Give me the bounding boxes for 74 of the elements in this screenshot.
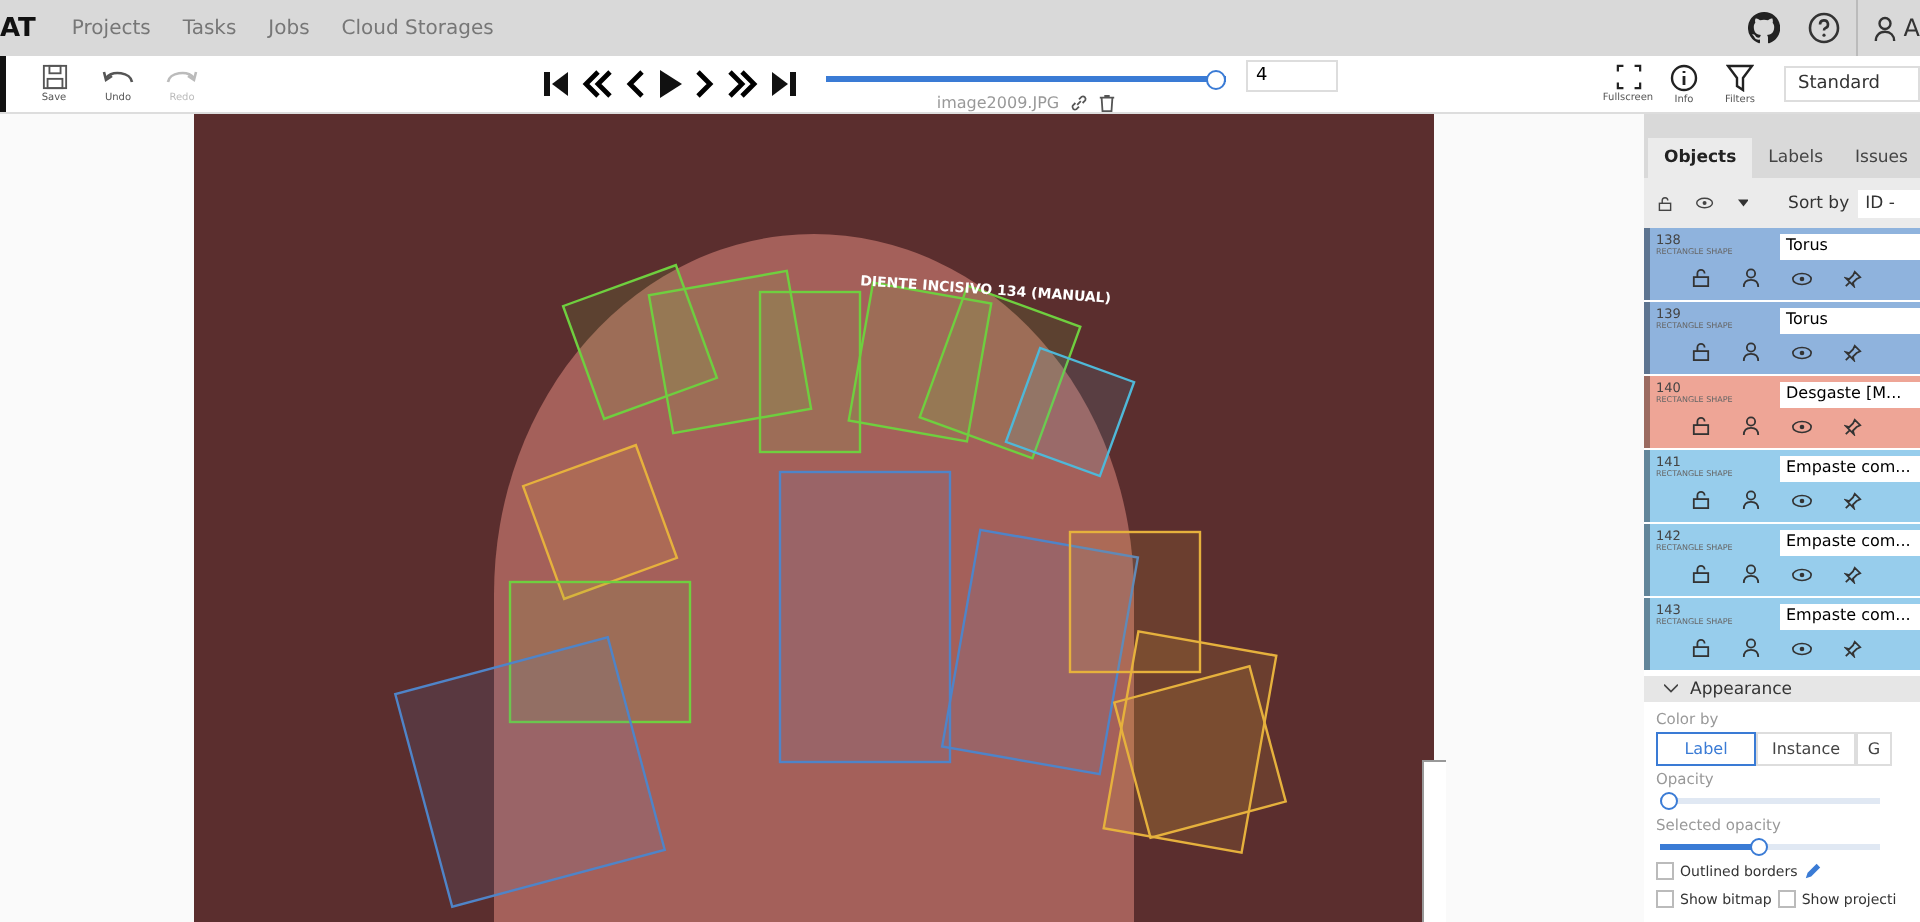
label-select[interactable]: Empaste com... <box>1780 530 1920 556</box>
label-select[interactable]: Empaste com... <box>1780 456 1920 482</box>
person-icon[interactable] <box>1742 638 1760 658</box>
eye-icon[interactable] <box>1792 419 1812 433</box>
color-by-option[interactable]: Label <box>1656 732 1756 766</box>
pin-icon[interactable] <box>1844 417 1862 435</box>
pencil-icon[interactable] <box>1803 862 1822 880</box>
slider-handle[interactable] <box>1660 792 1678 810</box>
trash-icon[interactable] <box>1097 93 1116 111</box>
eye-icon[interactable] <box>1792 567 1812 581</box>
pin-icon[interactable] <box>1844 639 1862 657</box>
fast-backward-icon[interactable] <box>582 70 614 98</box>
lock-icon[interactable] <box>1658 193 1673 213</box>
fullscreen-icon <box>1615 64 1641 90</box>
person-icon[interactable] <box>1742 490 1760 510</box>
opacity-slider[interactable] <box>1660 792 1880 810</box>
link-icon[interactable] <box>1069 93 1088 111</box>
label-select[interactable]: Torus <box>1780 308 1920 334</box>
pin-icon[interactable] <box>1844 565 1862 583</box>
sidebar-tab[interactable]: Objects <box>1648 138 1753 178</box>
previous-icon[interactable] <box>626 70 646 98</box>
label-select[interactable]: Empaste com... <box>1780 604 1920 630</box>
pin-icon[interactable] <box>1844 269 1862 287</box>
checkbox[interactable] <box>1656 862 1674 880</box>
workspace-select[interactable]: Standard <box>1784 66 1920 102</box>
appearance-header[interactable]: Appearance <box>1644 676 1920 702</box>
eye-icon[interactable] <box>1792 641 1812 655</box>
first-frame-icon[interactable] <box>542 70 570 98</box>
save-icon <box>41 64 67 90</box>
filter-icon <box>1726 63 1754 91</box>
caret-icon[interactable] <box>1737 198 1749 208</box>
last-frame-icon[interactable] <box>770 70 798 98</box>
person-icon[interactable] <box>1742 564 1760 584</box>
lock-icon[interactable] <box>1692 416 1710 436</box>
sort-label: Sort by <box>1788 193 1850 213</box>
checkbox[interactable] <box>1777 890 1796 908</box>
person-icon[interactable] <box>1742 268 1760 288</box>
slider-handle[interactable] <box>1206 69 1226 89</box>
filename: image2009.JPG <box>936 93 1060 111</box>
eye-icon[interactable] <box>1792 493 1812 507</box>
lock-icon[interactable] <box>1692 564 1710 584</box>
label-select[interactable]: Desgaste [M... <box>1780 382 1920 408</box>
person-icon[interactable] <box>1742 342 1760 362</box>
sidebar-tab[interactable]: Labels <box>1752 138 1840 178</box>
github-icon[interactable] <box>1747 12 1780 44</box>
pin-icon[interactable] <box>1844 491 1862 509</box>
play-icon[interactable] <box>658 70 682 98</box>
sidebar-tab[interactable]: Issues <box>1839 138 1920 178</box>
lock-icon[interactable] <box>1692 638 1710 658</box>
eye-icon[interactable] <box>1792 271 1812 285</box>
info-icon <box>1670 63 1698 91</box>
opacity-slider[interactable] <box>1660 838 1880 856</box>
person-icon[interactable] <box>1742 416 1760 436</box>
frame-input[interactable]: 4 <box>1246 60 1338 92</box>
logo[interactable]: AT <box>0 13 36 43</box>
eye-icon[interactable] <box>1792 345 1812 359</box>
slider-handle[interactable] <box>1750 838 1769 856</box>
pin-icon[interactable] <box>1844 343 1862 361</box>
sort-select[interactable]: ID - <box>1857 189 1920 217</box>
lock-icon[interactable] <box>1692 490 1710 510</box>
fast-forward-icon[interactable] <box>726 70 758 98</box>
eye-icon[interactable] <box>1696 196 1714 210</box>
checkbox[interactable] <box>1656 890 1674 908</box>
chevron-icon <box>1664 684 1678 694</box>
lock-icon[interactable] <box>1692 342 1710 362</box>
lock-icon[interactable] <box>1692 268 1710 288</box>
next-icon[interactable] <box>694 70 714 98</box>
color-by-option[interactable]: G <box>1856 732 1892 766</box>
frame-slider[interactable] <box>826 69 1226 89</box>
help-icon[interactable] <box>1807 12 1840 44</box>
label-select[interactable]: Torus <box>1780 234 1920 260</box>
user-icon[interactable] <box>1873 15 1896 41</box>
user-name[interactable]: A <box>1903 14 1920 42</box>
color-by-option[interactable]: Instance <box>1756 732 1856 766</box>
